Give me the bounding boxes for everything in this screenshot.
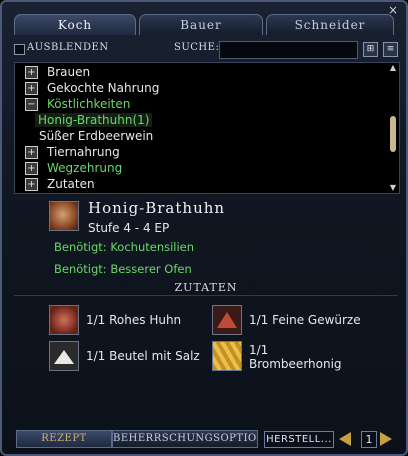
scroll-thumb[interactable] (390, 116, 396, 152)
recipe-level: Stufe 4 - 4 EP (88, 221, 170, 235)
tab-beherrschungsoptionen[interactable]: Beherrschungsoptio... (112, 430, 258, 448)
ingredient-feine-gewuerze: 1/1 Feine Gewürze (249, 313, 361, 327)
raw-chicken-icon[interactable] (49, 305, 79, 335)
hide-checkbox[interactable] (14, 44, 25, 55)
expand-plus-icon[interactable]: + (25, 146, 38, 159)
tree-item-gekochte-nahrung[interactable]: + Gekochte Nahrung (25, 80, 159, 96)
recipe-tree: + Brauen + Gekochte Nahrung − Köstlichke… (14, 62, 400, 194)
tree-item-brauen[interactable]: + Brauen (25, 64, 90, 80)
ingredient-brombeerhonig: Brombeerhonig (249, 357, 342, 371)
salt-pile-icon[interactable] (49, 341, 79, 371)
tree-item-koestlichkeiten[interactable]: − Köstlichkeiten (25, 96, 130, 112)
requirement-oven: Benötigt: Besserer Ofen (54, 262, 192, 276)
expand-plus-icon[interactable]: + (25, 82, 38, 95)
expand-all-icon[interactable]: ⊞ (363, 42, 378, 57)
search-label: Suche: (174, 42, 220, 53)
roast-chicken-icon (49, 201, 79, 231)
prev-arrow-icon[interactable] (339, 432, 351, 446)
search-input[interactable] (219, 41, 358, 59)
scroll-up-icon[interactable]: ▲ (388, 64, 398, 72)
crafting-window: × Koch Bauer Schneider Ausblenden Suche:… (0, 0, 408, 456)
tree-item-honig-brathuhn[interactable]: Honig-Brathuhn(1) (35, 112, 153, 128)
recipe-title: Honig-Brathuhn (88, 199, 226, 217)
scroll-down-icon[interactable]: ▼ (388, 184, 398, 192)
recipe-detail: Honig-Brathuhn Stufe 4 - 4 EP Benötigt: … (14, 195, 398, 423)
make-button[interactable]: Herstell... (264, 431, 334, 448)
hide-label: Ausblenden (27, 42, 109, 53)
quantity-value[interactable]: 1 (361, 431, 377, 448)
tree-item-wegzehrung[interactable]: + Wegzehrung (25, 160, 122, 176)
expand-plus-icon[interactable]: + (25, 178, 38, 191)
tree-item-suesser-erdbeerwein[interactable]: Süßer Erdbeerwein (39, 128, 153, 144)
tree-item-zutaten[interactable]: + Zutaten (25, 176, 95, 192)
tree-item-tiernahrung[interactable]: + Tiernahrung (25, 144, 120, 160)
tab-koch[interactable]: Koch (14, 14, 136, 35)
ingredient-rohes-huhn: 1/1 Rohes Huhn (86, 313, 182, 327)
honey-comb-icon[interactable] (212, 341, 242, 371)
tab-bauer[interactable]: Bauer (139, 14, 263, 35)
expand-plus-icon[interactable]: + (25, 66, 38, 79)
collapse-all-icon[interactable]: ≡ (383, 42, 398, 57)
tab-rezept[interactable]: Rezept (16, 430, 112, 448)
tab-schneider[interactable]: Schneider (266, 14, 394, 35)
spice-pile-icon[interactable] (212, 305, 242, 335)
bottom-bar: Rezept Beherrschungsoptio... Herstell...… (14, 430, 400, 450)
ingredients-header: Zutaten (174, 281, 238, 294)
ingredient-salz: 1/1 Beutel mit Salz (86, 349, 200, 363)
ingredient-brombeerhonig-count: 1/1 (249, 343, 269, 357)
collapse-minus-icon[interactable]: − (25, 98, 38, 111)
tree-scrollbar[interactable]: ▲ ▼ (388, 64, 398, 192)
divider (14, 295, 398, 296)
requirement-tools: Benötigt: Kochutensilien (54, 240, 195, 254)
next-arrow-icon[interactable] (380, 432, 392, 446)
filter-toolbar: Ausblenden Suche: ⊞ ≡ (14, 41, 400, 59)
profession-tabs: Koch Bauer Schneider (14, 14, 394, 36)
expand-plus-icon[interactable]: + (25, 162, 38, 175)
